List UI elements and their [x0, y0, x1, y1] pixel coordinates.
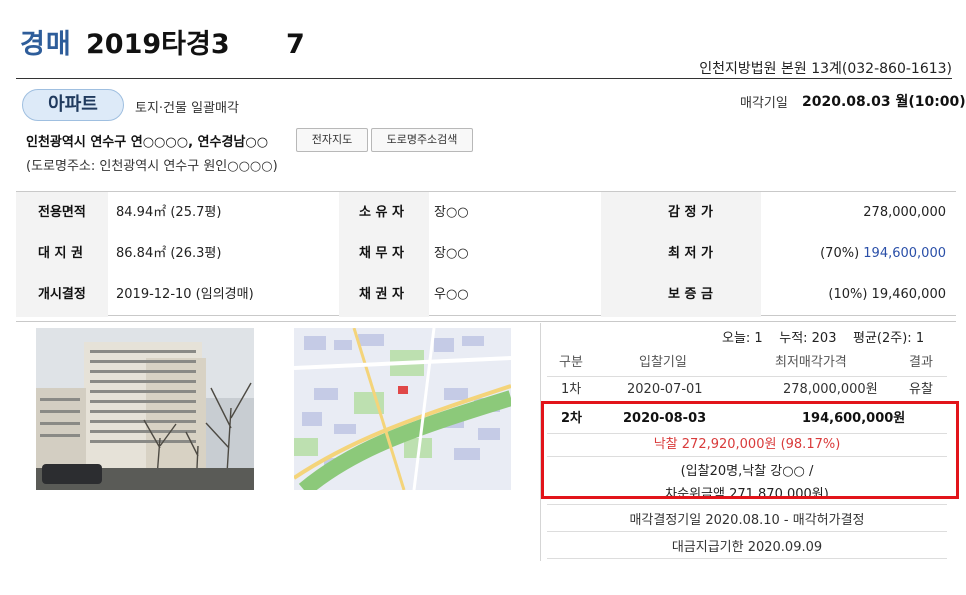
header-result: 결과 — [909, 355, 933, 370]
header-price: 최저매각가격 — [775, 355, 847, 370]
start-decision-value: 2019-12-10 (임의경매) — [116, 287, 254, 302]
appraisal-value: 278,000,000 — [863, 205, 946, 220]
court-info: 인천지방법원 본원 13계(032-860-1613) — [699, 61, 952, 77]
debtor-label: 채 무 자 — [359, 246, 404, 261]
info-row: 대 지 권 86.84㎡ (26.3평) 채 무 자 장○○ 최 저 가 (70… — [16, 233, 956, 274]
bid-row: 1차 2020-07-01 278,000,000원 유찰 — [547, 377, 947, 404]
bid-result: 유찰 — [909, 382, 933, 397]
bid-price: 278,000,000원 — [783, 382, 878, 397]
location-map[interactable] — [294, 328, 511, 490]
case-number: 2019타경3 7 — [86, 29, 305, 60]
header-divider — [16, 78, 952, 79]
sale-date-label: 매각기일 — [740, 96, 788, 111]
road-address-search-button[interactable]: 도로명주소검색 — [371, 128, 473, 152]
owner-value: 장○○ — [434, 205, 469, 220]
creditor-value: 우○○ — [434, 287, 469, 302]
property-type-badge: 아파트 — [22, 89, 124, 121]
property-photo[interactable] — [36, 328, 254, 490]
payment-deadline: 대금지급기한 2020.09.09 — [671, 540, 823, 555]
view-stats: 오늘: 1 누적: 203 평균(2주): 1 — [722, 331, 925, 346]
highlight-box — [541, 401, 959, 499]
bid-round: 1차 — [561, 382, 582, 397]
debtor-value: 장○○ — [434, 246, 469, 261]
header-round: 구분 — [559, 355, 583, 370]
min-price-amount: 194,600,000 — [863, 246, 946, 261]
header-date: 입찰기일 — [639, 355, 687, 370]
deposit-value: (10%) 19,460,000 — [828, 287, 946, 302]
bid-date: 2020-07-01 — [627, 382, 703, 397]
land-right-value: 86.84㎡ (26.3평) — [116, 246, 222, 261]
property-info-table: 전용면적 84.94㎡ (25.7평) 소 유 자 장○○ 감 정 가 278,… — [16, 191, 956, 317]
min-price-label: 최 저 가 — [668, 246, 713, 261]
info-row: 전용면적 84.94㎡ (25.7평) 소 유 자 장○○ 감 정 가 278,… — [16, 192, 956, 233]
property-address: 인천광역시 연수구 연○○○○, 연수경남○○ — [26, 135, 269, 150]
section-divider — [16, 321, 956, 322]
row-divider — [547, 504, 947, 505]
sale-type: 토지·건물 일괄매각 — [135, 101, 239, 116]
case-kind: 경매 — [20, 29, 72, 60]
owner-label: 소 유 자 — [359, 205, 404, 220]
bid-table-header: 구분 입찰기일 최저매각가격 결과 — [547, 350, 947, 377]
min-price-percent: (70%) — [820, 246, 864, 261]
area-value: 84.94㎡ (25.7평) — [116, 205, 222, 220]
start-decision-label: 개시결정 — [38, 287, 86, 302]
row-divider — [547, 558, 947, 559]
appraisal-label: 감 정 가 — [668, 205, 713, 220]
road-address: (도로명주소: 인천광역시 연수구 원인○○○○) — [26, 159, 278, 174]
deposit-label: 보 증 금 — [668, 287, 713, 302]
min-price-value: (70%) 194,600,000 — [820, 233, 946, 274]
area-label: 전용면적 — [38, 205, 86, 220]
sale-decision: 매각결정기일 2020.08.10 - 매각허가결정 — [629, 513, 865, 528]
info-row: 개시결정 2019-12-10 (임의경매) 채 권 자 우○○ 보 증 금 (… — [16, 274, 956, 315]
electronic-map-button[interactable]: 전자지도 — [296, 128, 368, 152]
sale-date: 2020.08.03 월(10:00) — [802, 94, 966, 110]
land-right-label: 대 지 권 — [38, 246, 83, 261]
creditor-label: 채 권 자 — [359, 287, 404, 302]
row-divider — [547, 531, 947, 532]
